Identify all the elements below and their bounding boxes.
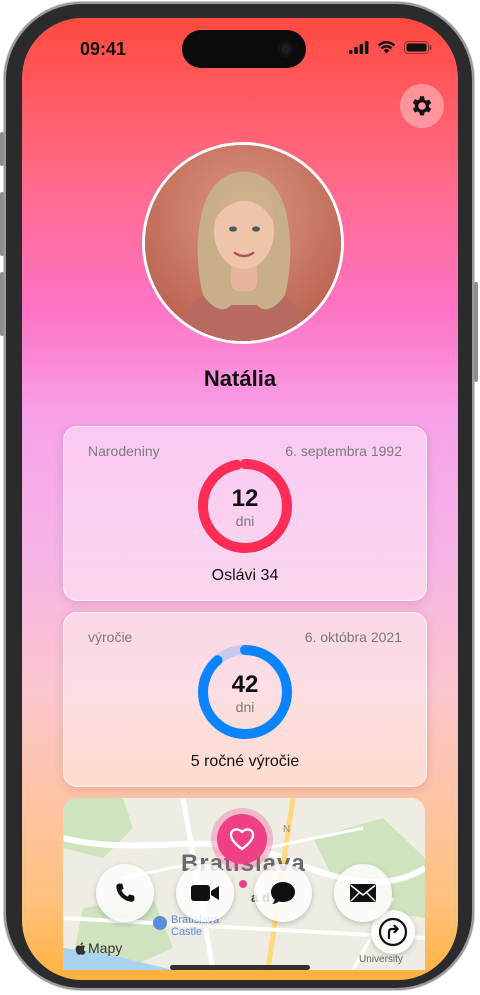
mail-button[interactable]	[334, 864, 392, 922]
camera-icon	[278, 41, 294, 57]
phone-icon	[116, 883, 135, 902]
birthday-days: 12	[231, 485, 259, 512]
silent-switch	[0, 132, 4, 166]
castle-marker	[153, 916, 167, 930]
volume-down-button	[0, 272, 4, 336]
anniversary-countdown-ring: 42 dni	[194, 641, 296, 743]
signal-icon	[349, 40, 369, 54]
phone-frame: 09:41 Natália Narodeniny 6. septembra 19…	[0, 2, 478, 990]
birthday-countdown-ring: 12 dni	[194, 455, 296, 557]
map-top-label: N	[283, 824, 291, 835]
volume-up-button	[0, 192, 4, 256]
gear-icon	[412, 96, 432, 116]
dynamic-island	[182, 30, 306, 68]
settings-button[interactable]	[400, 84, 444, 128]
birthday-label: Narodeniny	[88, 443, 160, 459]
turn-right-arrow-icon	[378, 917, 408, 947]
birthday-days-unit: dni	[235, 513, 255, 529]
map-attribution-text: Mapy	[88, 940, 123, 956]
status-time: 09:41	[80, 39, 127, 59]
birthday-caption: Oslávi 34	[211, 567, 279, 584]
anniversary-days-unit: dni	[235, 699, 255, 715]
map-university-label: University	[359, 954, 403, 965]
home-indicator[interactable]	[170, 965, 310, 970]
map-pin[interactable]	[217, 814, 267, 864]
birthday-date: 6. septembra 1992	[285, 443, 402, 459]
video-camera-icon	[191, 885, 219, 901]
screen: 09:41 Natália Narodeniny 6. septembra 19…	[22, 18, 458, 980]
apple-logo-icon	[75, 941, 86, 955]
heart-icon	[229, 828, 255, 851]
anniversary-card[interactable]: výročie 6. októbra 2021 42 dni 5 ročné v…	[63, 612, 427, 787]
anniversary-label: výročie	[88, 629, 133, 645]
message-button[interactable]	[254, 864, 312, 922]
anniversary-caption: 5 ročné výročie	[190, 753, 300, 770]
map-attribution: Mapy	[75, 940, 122, 956]
contact-name: Natália	[203, 366, 277, 391]
status-bar: 09:41	[22, 18, 458, 78]
call-button[interactable]	[96, 864, 154, 922]
profile-photo	[145, 145, 341, 341]
birthday-card[interactable]: Narodeniny 6. septembra 1992 12 dni Oslá…	[63, 426, 427, 601]
power-button	[474, 282, 478, 382]
wifi-icon	[377, 41, 396, 54]
battery-icon	[404, 40, 432, 54]
status-icons	[349, 40, 432, 54]
avatar[interactable]	[142, 142, 344, 344]
video-call-button[interactable]	[176, 864, 234, 922]
pin-dot	[239, 880, 247, 888]
anniversary-days: 42	[231, 671, 259, 698]
speech-bubble-icon	[271, 882, 295, 904]
anniversary-date: 6. októbra 2021	[304, 629, 402, 645]
envelope-icon	[350, 884, 376, 902]
